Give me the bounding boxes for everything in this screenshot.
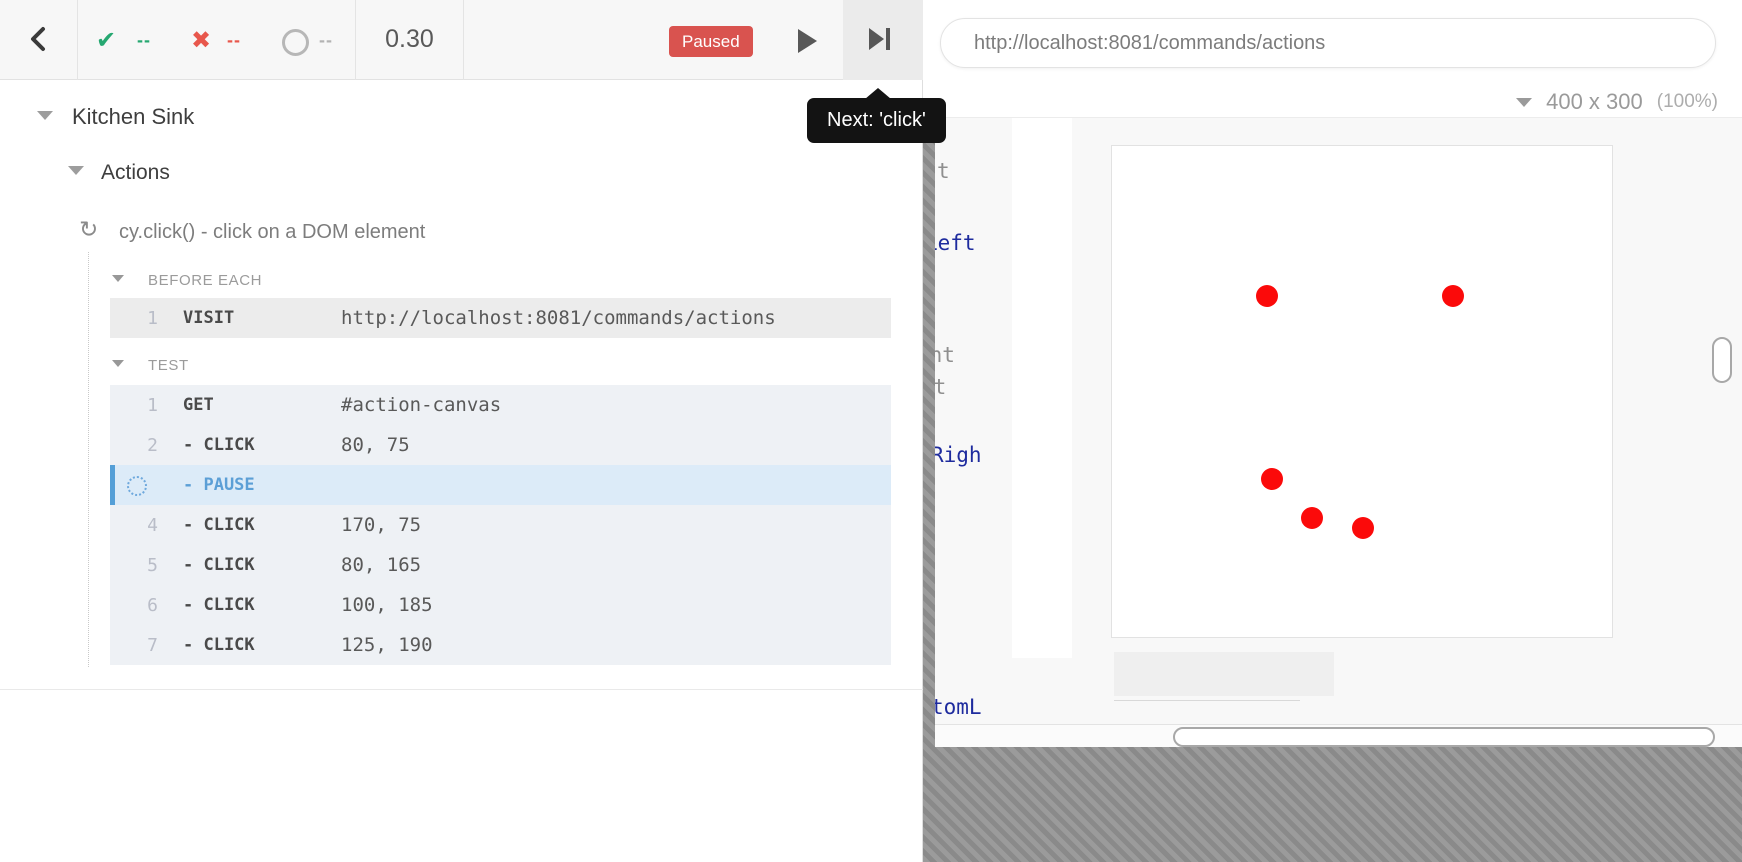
test-rows: 1 GET #action-canvas 2 - CLICK 80, 75 - PAUSE 4… [110,385,891,665]
page-white-column [1012,118,1072,658]
vertical-scrollbar-thumb[interactable] [1712,337,1732,383]
horizontal-scrollbar-track [935,724,1742,747]
failed-x-icon: ✖ [191,24,211,56]
viewport-dropdown-icon[interactable] [1516,98,1532,107]
collapse-icon-test[interactable] [112,360,124,367]
command-row[interactable]: 1 GET #action-canvas [110,385,891,425]
failed-count: -- [227,30,241,51]
paused-badge: Paused [669,26,753,57]
viewport-info: 400 x 300 (100%) [1516,88,1718,116]
reporter-panel: ✔ -- ✖ -- -- 0.30 Paused Kitchen Sink Ac… [0,0,923,862]
toolbar-divider [463,0,464,80]
command-number: 1 [110,308,158,329]
click-dot [1301,507,1323,529]
horizontal-scrollbar-thumb[interactable] [1173,727,1715,747]
command-message: #action-canvas [341,394,501,416]
url-text: http://localhost:8081/commands/actions [974,19,1325,67]
command-number: 5 [110,555,158,576]
command-number: 2 [110,435,158,456]
command-number: 7 [110,635,158,656]
section-before-each[interactable]: BEFORE EACH [148,272,262,289]
command-method: - CLICK [183,635,255,655]
tooltip-text: Next: 'click' [827,109,926,131]
command-message: 100, 185 [341,594,433,616]
elapsed-time: 0.30 [356,25,463,54]
page-text-fragment: ht [935,374,946,400]
next-step-button[interactable] [843,0,923,80]
collapse-icon-suite[interactable] [37,111,53,120]
command-row[interactable]: 7 - CLICK 125, 190 [110,625,891,665]
command-row[interactable]: 4 - CLICK 170, 75 [110,505,891,545]
command-message: 80, 165 [341,554,421,576]
command-message: http://localhost:8081/commands/actions [341,307,776,329]
command-number: 1 [110,395,158,416]
log-bottom-divider [0,689,923,690]
collapse-icon-nested-suite[interactable] [68,166,84,175]
section-test[interactable]: TEST [148,357,189,374]
pause-spinner-icon [127,476,147,496]
command-method: - CLICK [183,555,255,575]
command-row[interactable]: 6 - CLICK 100, 185 [110,585,891,625]
test-running-icon: ↻ [79,217,98,243]
click-dot [1261,468,1283,490]
command-row[interactable]: 2 - CLICK 80, 75 [110,425,891,465]
command-method: - CLICK [183,515,255,535]
page-text-fragment: t [937,158,950,184]
next-tooltip: Next: 'click' [807,98,946,143]
command-row[interactable]: 1 VISIT http://localhost:8081/commands/act… [110,298,891,338]
viewport-zoom: (100%) [1657,91,1718,113]
page-text-fragment[interactable]: Left [935,230,976,256]
pending-circle-icon [282,29,309,56]
passed-count: -- [137,30,151,51]
url-bar[interactable]: http://localhost:8081/commands/actions [940,18,1716,68]
click-dot [1442,285,1464,307]
command-number: 4 [110,515,158,536]
play-icon [798,29,817,53]
command-method: - CLICK [183,435,255,455]
stage-background: t Left ght ht Righ tomL [923,118,1742,862]
command-message: 125, 190 [341,634,433,656]
page-section-block [1114,652,1334,696]
page-text-fragment[interactable]: tomL [935,694,982,720]
step-forward-icon [869,28,890,50]
collapse-icon-before-each[interactable] [112,275,124,282]
test-title[interactable]: cy.click() - click on a DOM element [119,221,425,244]
passed-check-icon: ✔ [96,24,116,56]
pending-count: -- [319,30,333,51]
reporter-toolbar: ✔ -- ✖ -- -- 0.30 Paused [0,0,923,80]
page-text-fragment: ght [935,342,955,368]
tooltip-arrow-icon [865,88,891,99]
command-row[interactable]: 5 - CLICK 80, 165 [110,545,891,585]
chevron-left-icon [28,26,48,52]
click-dot [1352,517,1374,539]
viewport-size: 400 x 300 [1546,89,1643,115]
action-canvas[interactable] [1111,145,1613,638]
before-each-rows: 1 VISIT http://localhost:8081/commands/act… [110,298,891,338]
click-dot [1256,285,1278,307]
toolbar-divider [77,0,78,80]
command-message: 170, 75 [341,514,421,536]
page-text-fragment[interactable]: Righ [935,442,982,468]
command-method: GET [183,395,214,415]
nested-suite-title[interactable]: Actions [101,161,170,185]
back-button[interactable] [14,14,62,66]
command-number: 6 [110,595,158,616]
command-row[interactable]: - PAUSE [110,465,891,505]
command-method: - CLICK [183,595,255,615]
aut-iframe: t Left ght ht Righ tomL [935,118,1742,747]
suite-title[interactable]: Kitchen Sink [72,104,194,130]
page-section-divider [1114,700,1300,701]
command-method: - PAUSE [183,475,255,495]
command-method: VISIT [183,308,234,328]
resume-button[interactable] [792,28,822,56]
runner-panel: http://localhost:8081/commands/actions 4… [923,0,1742,862]
test-indent-guide [88,252,89,667]
command-message: 80, 75 [341,434,410,456]
runner-header: http://localhost:8081/commands/actions 4… [923,0,1742,118]
